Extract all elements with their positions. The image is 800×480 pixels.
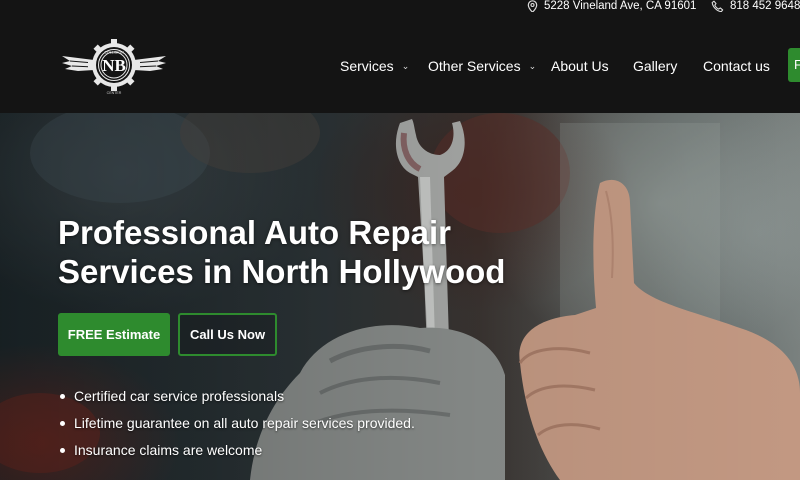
nav-item-label: Services — [340, 58, 394, 74]
address-text: 5228 Vineland Ave, CA 91601 — [544, 0, 697, 12]
nav-item-contact-us[interactable]: Contact us — [703, 58, 770, 74]
nav-item-label: Contact us — [703, 58, 770, 74]
brand-logo[interactable]: NB COLLISION CENTER — [60, 36, 168, 96]
logo-bottom-text: CENTER — [107, 91, 122, 95]
hero-title-line1: Professional Auto Repair — [58, 214, 452, 251]
nav-item-other-services[interactable]: Other Services ⌄ — [428, 58, 536, 74]
nb-logo-icon: NB COLLISION CENTER — [62, 39, 166, 95]
hero-title-line2: Services in North Hollywood — [58, 253, 506, 290]
nav-item-label: Other Services — [428, 58, 521, 74]
nav-item-gallery[interactable]: Gallery — [633, 58, 677, 74]
chevron-down-icon: ⌄ — [528, 60, 537, 71]
phone-icon — [711, 0, 724, 13]
nav-item-label: About Us — [551, 58, 609, 74]
free-estimate-button[interactable]: FREE Estimate — [58, 313, 170, 356]
header-cta-label: F — [794, 57, 800, 72]
nav-item-services[interactable]: Services ⌄ — [340, 58, 409, 74]
logo-initials: NB — [102, 56, 126, 75]
call-us-now-button[interactable]: Call Us Now — [178, 313, 277, 356]
header-cta-button[interactable]: F — [788, 48, 800, 82]
phone-info[interactable]: 818 452 9648 — [711, 0, 800, 12]
list-item: Certified car service professionals — [58, 383, 415, 410]
site-header: NB COLLISION CENTER Services ⌄ Other Ser… — [0, 12, 800, 113]
list-item: Insurance claims are welcome — [58, 437, 415, 464]
map-pin-icon — [527, 0, 538, 13]
nav-item-label: Gallery — [633, 58, 678, 74]
hero-title: Professional Auto Repair Services in Nor… — [58, 213, 578, 291]
list-item: Lifetime guarantee on all auto repair se… — [58, 410, 415, 437]
hero-feature-list: Certified car service professionals Life… — [58, 383, 415, 464]
call-us-now-label: Call Us Now — [189, 327, 266, 342]
hero-section: Professional Auto Repair Services in Nor… — [0, 113, 800, 480]
address-info[interactable]: 5228 Vineland Ave, CA 91601 — [527, 0, 697, 13]
chevron-down-icon: ⌄ — [401, 60, 410, 71]
logo-ring-text: COLLISION — [104, 51, 124, 55]
free-estimate-label: FREE Estimate — [67, 327, 161, 342]
nav-item-about-us[interactable]: About Us — [551, 58, 609, 74]
phone-text: 818 452 9648 — [730, 0, 800, 12]
